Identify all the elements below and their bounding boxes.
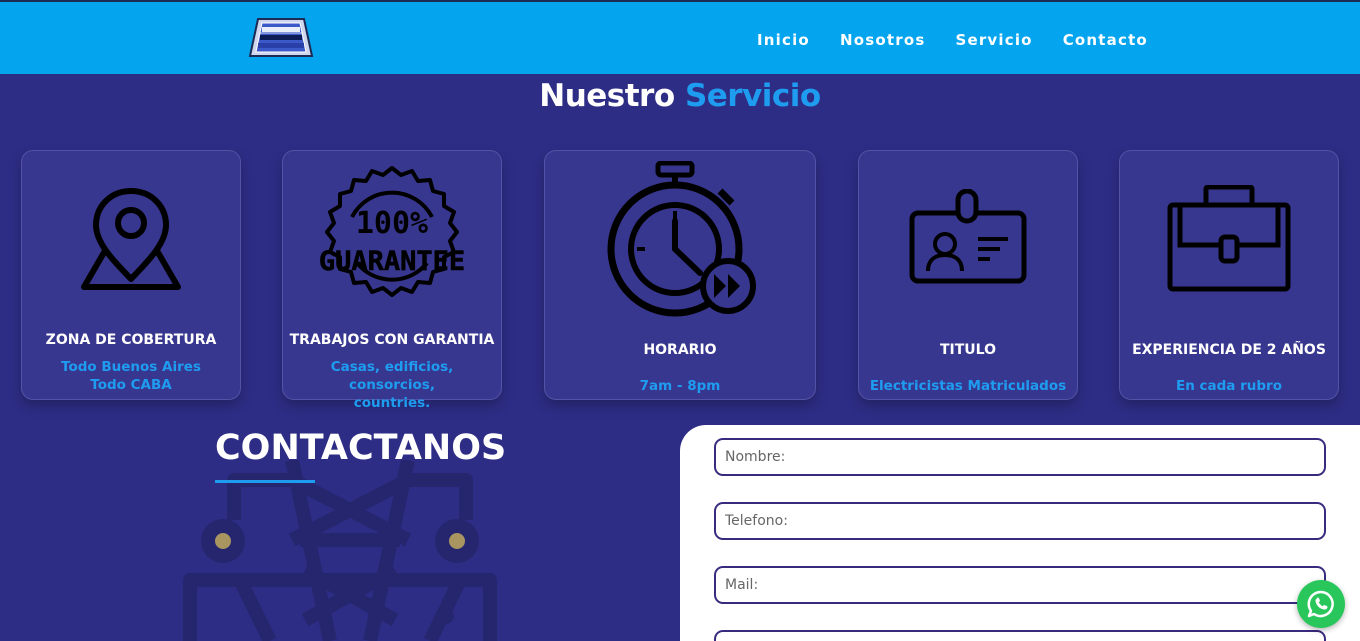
power-tower-illustration	[183, 460, 497, 641]
service-card-schedule: HORARIO 7am - 8pm	[544, 150, 816, 400]
card-title: EXPERIENCIA DE 2 AÑOS	[1132, 342, 1326, 358]
service-card-title: TITULO Electricistas Matriculados	[858, 150, 1078, 400]
service-card-coverage: ZONA DE COBERTURA Todo Buenos Aires Todo…	[21, 150, 241, 400]
main-nav: Inicio Nosotros Servicio Contacto	[757, 31, 1178, 49]
card-desc: Casas, edificios, consorcios, countries.	[330, 359, 454, 411]
card-desc: Electricistas Matriculados	[869, 378, 1067, 394]
contact-title-underline	[215, 480, 315, 483]
card-title: HORARIO	[643, 342, 717, 358]
nav-servicio[interactable]: Servicio	[955, 31, 1032, 49]
nav-inicio[interactable]: Inicio	[757, 31, 810, 49]
email-field[interactable]	[714, 566, 1326, 604]
stopwatch-fast-forward-icon	[607, 161, 756, 317]
contact-title: CONTACTANOS	[215, 428, 507, 468]
card-title: ZONA DE COBERTURA	[45, 332, 217, 348]
card-title: TITULO	[940, 342, 996, 358]
service-section-title: Nuestro Servicio	[0, 78, 1360, 114]
card-desc: 7am - 8pm	[639, 378, 721, 394]
phone-field[interactable]	[714, 502, 1326, 540]
briefcase-icon	[1167, 185, 1291, 292]
svg-text:GUARANTEE: GUARANTEE	[319, 246, 465, 277]
whatsapp-button[interactable]	[1297, 580, 1345, 628]
service-title-accent: Servicio	[684, 78, 821, 114]
nav-contacto[interactable]: Contacto	[1063, 31, 1148, 49]
id-badge-icon	[909, 189, 1027, 284]
name-field[interactable]	[714, 438, 1326, 476]
service-title-white: Nuestro	[539, 78, 675, 114]
service-card-experience: EXPERIENCIA DE 2 AÑOS En cada rubro	[1119, 150, 1339, 400]
guarantee-seal-icon: 100% GUARANTEE	[319, 166, 465, 297]
whatsapp-icon	[1307, 590, 1334, 618]
message-field[interactable]	[714, 630, 1326, 641]
card-desc: En cada rubro	[1176, 378, 1282, 394]
card-title: TRABAJOS CON GARANTIA	[289, 332, 495, 348]
location-pin-icon	[81, 188, 181, 290]
card-desc: Todo Buenos Aires Todo CABA	[61, 359, 201, 393]
top-navbar: Inicio Nosotros Servicio Contacto	[0, 0, 1360, 74]
nav-nosotros[interactable]: Nosotros	[840, 31, 926, 49]
svg-text:100%: 100%	[356, 206, 428, 241]
service-card-guarantee: 100% GUARANTEE TRABAJOS CON GARANTIA Cas…	[282, 150, 502, 411]
company-logo[interactable]	[248, 17, 314, 58]
